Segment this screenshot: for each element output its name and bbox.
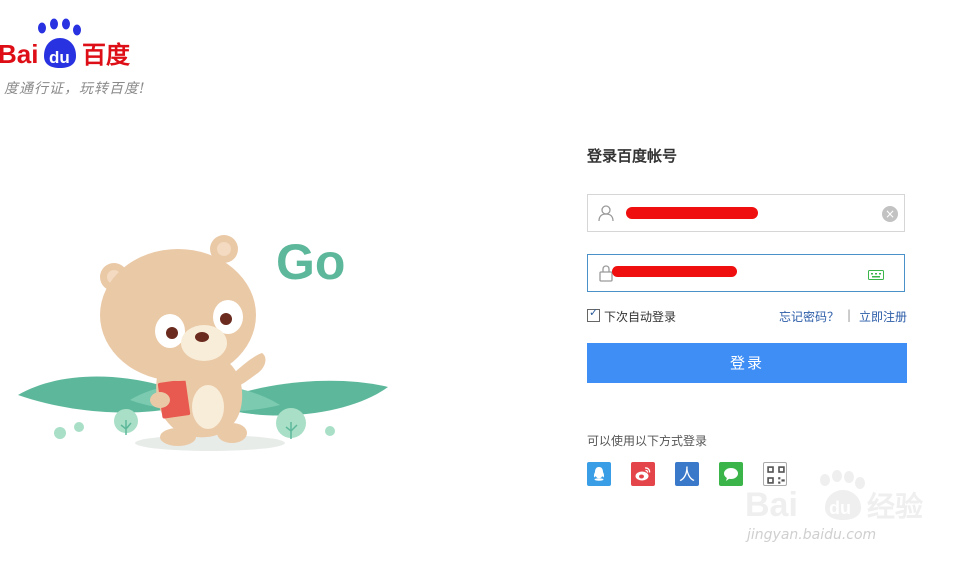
- keyboard-icon[interactable]: [868, 268, 884, 280]
- qq-login-button[interactable]: [587, 462, 611, 486]
- login-title: 登录百度帐号: [587, 147, 678, 165]
- svg-text:人: 人: [679, 465, 695, 484]
- remember-checkbox[interactable]: [587, 306, 600, 322]
- qq-icon: [593, 467, 605, 481]
- watermark-text-du: du: [829, 498, 851, 518]
- renren-login-button[interactable]: 人: [675, 462, 699, 486]
- login-options: 下次自动登录 忘记密码？ | 立即注册: [587, 306, 907, 325]
- renren-icon: 人: [679, 465, 695, 484]
- watermark-url: jingyan.baidu.com: [747, 527, 877, 543]
- redaction-mark: [626, 207, 758, 219]
- other-login-label: 可以使用以下方式登录: [587, 434, 708, 448]
- register-link[interactable]: 立即注册: [859, 308, 907, 325]
- bear-illustration: Go: [18, 234, 388, 451]
- wechat-icon: [724, 468, 738, 481]
- watermark-text-left: Bai: [745, 486, 798, 524]
- clear-icon[interactable]: ×: [882, 206, 898, 222]
- watermark-text-cn: 经验: [867, 490, 923, 523]
- logo-text-left: Bai: [0, 39, 38, 69]
- username-field[interactable]: ×: [587, 194, 905, 232]
- weibo-icon: [635, 467, 651, 481]
- redaction-mark: [612, 266, 737, 277]
- baidu-logo: Bai du 百度: [0, 18, 131, 69]
- logo-text-du: du: [49, 48, 70, 67]
- forgot-password-link[interactable]: 忘记密码？: [779, 308, 839, 325]
- link-separator: |: [846, 308, 851, 322]
- remember-label: 下次自动登录: [604, 310, 677, 324]
- weibo-login-button[interactable]: [631, 462, 655, 486]
- logo-text-cn: 百度: [82, 41, 131, 69]
- user-icon: [598, 205, 614, 222]
- login-button[interactable]: 登录: [587, 343, 907, 383]
- password-field[interactable]: [587, 254, 905, 292]
- slogan: 度通行证，玩转百度!: [4, 81, 146, 97]
- wechat-login-button[interactable]: [719, 462, 743, 486]
- go-text: Go: [276, 234, 345, 290]
